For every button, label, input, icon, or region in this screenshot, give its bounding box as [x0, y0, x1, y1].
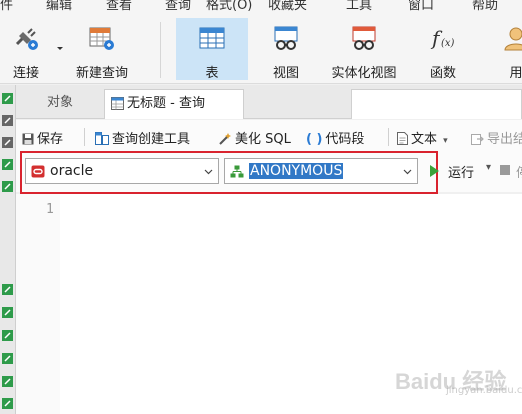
watermark-url: jingyan.baidu.com [446, 385, 522, 396]
run-label: 运行 [448, 166, 475, 181]
save-label: 保存 [37, 132, 64, 147]
tree-item-icon[interactable] [2, 159, 13, 170]
toolbar2-separator [84, 128, 85, 146]
tree-item-icon[interactable] [2, 307, 13, 318]
text-doc-icon [397, 132, 408, 145]
user-icon [504, 27, 522, 51]
new-query-button[interactable]: 新建查询 [66, 18, 138, 81]
export-icon [471, 134, 484, 145]
menu-format[interactable]: 格式(O) [206, 0, 252, 13]
menu-view[interactable]: 查看 [106, 0, 132, 13]
code-snippet-button[interactable]: ( ) 代码段 [306, 128, 364, 147]
menu-query[interactable]: 查询 [165, 0, 191, 13]
connect-button[interactable]: 连接 [2, 18, 50, 81]
play-icon [430, 165, 439, 177]
export-results-button[interactable]: 导出结 [471, 128, 522, 147]
materialized-view-icon [352, 26, 376, 50]
tree-item-icon[interactable] [2, 284, 13, 295]
left-navigator-strip [0, 85, 16, 414]
view-label: 视图 [272, 66, 299, 81]
text-dropdown-icon[interactable]: ▾ [443, 136, 448, 146]
stop-label: 停 [516, 162, 522, 181]
function-button[interactable]: f (x) 函数 [414, 18, 472, 81]
new-query-label: 新建查询 [75, 66, 128, 81]
menu-help[interactable]: 帮助 [472, 0, 498, 13]
new-query-icon [89, 27, 114, 50]
tab-query[interactable]: 无标题 - 查询 [104, 89, 244, 119]
toolbar2-separator [388, 128, 389, 146]
export-results-label: 导出结 [487, 132, 522, 147]
toolbar-separator [160, 22, 161, 78]
query-tab-icon [111, 97, 124, 110]
menu-bar: 件 编辑 查看 查询 格式(O) 收藏夹 工具 窗口 帮助 [0, 0, 522, 14]
code-snippet-icon: ( ) [306, 132, 323, 147]
user-button[interactable]: 用 [496, 18, 522, 81]
tab-objects[interactable]: 对象 [16, 89, 104, 119]
function-label: 函数 [429, 66, 456, 81]
svg-text:(x): (x) [441, 38, 455, 49]
main-toolbar: 连接 新建查询 表 视图 实体化视图 f (x) 函数 用 [0, 14, 522, 84]
save-button[interactable]: 保存 [22, 128, 63, 147]
user-label: 用 [509, 66, 522, 81]
connect-label: 连接 [12, 66, 39, 81]
query-toolbar: 保存 查询创建工具 美化 SQL ( ) 代码段 文本 ▾ 导出结 [16, 120, 522, 152]
tree-item-icon[interactable] [2, 115, 13, 126]
tab-bar: 对象 无标题 - 查询 [16, 85, 522, 119]
tab-bar-filler [351, 89, 522, 119]
menu-edit[interactable]: 编辑 [46, 0, 72, 13]
tree-item-icon[interactable] [2, 353, 13, 364]
table-icon [199, 27, 225, 49]
stop-icon[interactable] [500, 165, 510, 175]
materialized-view-label: 实体化视图 [331, 66, 397, 81]
menu-tools[interactable]: 工具 [346, 0, 372, 13]
tree-item-icon[interactable] [2, 330, 13, 341]
function-icon: f (x) [430, 26, 455, 50]
view-icon [274, 26, 298, 50]
menu-file[interactable]: 件 [0, 0, 13, 13]
materialized-view-button[interactable]: 实体化视图 [322, 18, 406, 81]
table-button[interactable]: 表 [176, 18, 248, 81]
beautify-sql-button[interactable]: 美化 SQL [219, 128, 291, 147]
line-number: 1 [46, 202, 54, 217]
highlight-box [20, 151, 438, 194]
code-snippet-label: 代码段 [325, 132, 365, 147]
plug-icon [15, 28, 38, 50]
text-label: 文本 [411, 132, 438, 147]
save-icon [22, 133, 34, 145]
menu-window[interactable]: 窗口 [408, 0, 434, 13]
query-builder-button[interactable]: 查询创建工具 [95, 128, 190, 147]
view-button[interactable]: 视图 [256, 18, 316, 81]
tree-item-icon[interactable] [2, 398, 13, 409]
magic-wand-icon [219, 133, 231, 145]
text-button[interactable]: 文本 ▾ [397, 128, 448, 147]
beautify-sql-label: 美化 SQL [235, 132, 291, 147]
menu-favorites[interactable]: 收藏夹 [268, 0, 307, 13]
connect-dropdown-icon[interactable] [56, 46, 64, 52]
query-builder-label: 查询创建工具 [112, 132, 191, 147]
tree-item-icon[interactable] [2, 181, 13, 192]
tree-item-icon[interactable] [2, 376, 13, 387]
table-label: 表 [205, 66, 219, 81]
query-builder-icon [95, 132, 109, 145]
tree-item-icon[interactable] [2, 137, 13, 148]
line-number-gutter: 1 [16, 194, 60, 414]
run-dropdown-icon[interactable]: ▾ [486, 162, 491, 173]
tree-item-icon[interactable] [2, 93, 13, 104]
tab-query-label: 无标题 - 查询 [127, 96, 205, 111]
